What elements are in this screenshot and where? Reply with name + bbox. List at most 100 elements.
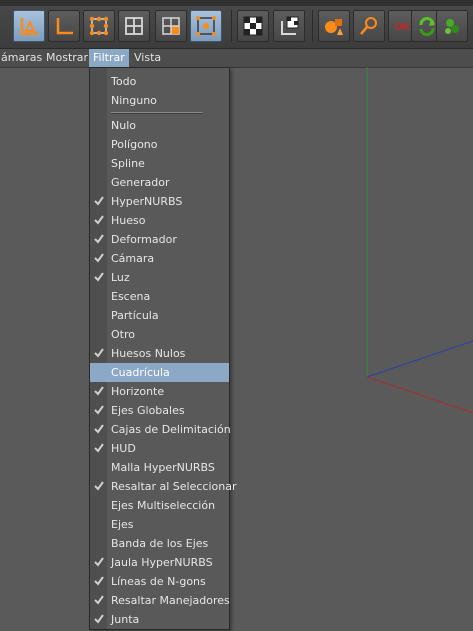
filter-menu-item[interactable]: Cajas de Delimitación [90,420,231,439]
menu-item-label: Escena [111,290,151,303]
filter-dropdown-menu: Todo Ninguno Nulo Polígono Spline Generador… [89,67,237,630]
filter-menu-item[interactable]: Cámara [90,249,229,268]
polygon-mode-icon [20,18,38,36]
filter-menu-item[interactable]: HUD [90,439,229,458]
refresh-green-icon [419,17,435,36]
edges-mode-icon [125,17,143,35]
menu-item-label: Deformador [111,233,177,246]
checkmark-icon [94,215,104,225]
toolbar-separator [312,10,313,42]
checker-texture-button[interactable] [237,10,269,42]
menu-item-label: Cajas de Delimitación [111,423,231,436]
texture-axis-icon [281,16,299,35]
menu-item-label: Generador [111,176,170,189]
checkmark-icon [94,348,104,358]
filter-menu-item[interactable]: Ejes Globales [90,401,229,420]
filter-menu-item[interactable]: Líneas de N-gons [90,572,229,591]
filter-menu-item[interactable]: Spline [90,154,229,173]
menu-item-label: Nulo [111,119,136,132]
filter-menu-item[interactable]: Escena [90,287,229,306]
object-mode-icon [196,16,216,36]
polygons-mode-button[interactable] [155,10,187,42]
points-mode-button[interactable] [83,10,115,42]
checkmark-icon [94,196,104,206]
axis-mode-button[interactable] [48,10,80,42]
menu-item-label: Resaltar al Seleccionar [111,480,237,493]
filter-menu-item[interactable]: Otro [90,325,229,344]
checkmark-icon [94,614,104,624]
3d-viewport[interactable] [0,67,473,631]
menu-item-label: Líneas de N-gons [111,575,206,588]
texture-axis-button[interactable] [273,10,305,42]
magnifier-button[interactable] [353,10,385,42]
menu-item-label: Spline [111,157,145,170]
filter-menu-item[interactable]: Generador [90,173,229,192]
primitive-shapes-button[interactable] [318,10,350,42]
menu-item-label: HyperNURBS [111,195,183,208]
viewport-menubar: ámaras Mostrar Filtrar Vista [0,49,473,68]
menu-item-label: Cámara [111,252,155,265]
checkmark-icon [94,234,104,244]
magnifier-icon [360,17,377,35]
filter-menu-item[interactable]: Resaltar Manejadores [90,591,230,610]
toolbar-top-strip [0,0,473,6]
toolbar-separator [231,10,232,42]
filter-menu-item[interactable]: Resaltar al Seleccionar [90,477,237,496]
x-axis-line [366,376,473,414]
menu-item-label: Hueso [111,214,146,227]
filter-menu-item[interactable]: Ejes [90,515,229,534]
menu-item-label: Luz [111,271,130,284]
filter-menu-item[interactable]: Cuadrícula [90,363,229,382]
menu-item-ninguno[interactable]: Ninguno [90,91,229,110]
checkmark-icon [94,481,104,491]
edges-mode-button[interactable] [118,10,150,42]
menu-item-label: Malla HyperNURBS [111,461,215,474]
main-toolbar: OK [0,0,473,49]
plugin-green-icon [445,19,459,34]
world-axes [366,67,473,414]
menu-item-label: Horizonte [111,385,165,398]
menu-item-label: Partícula [111,309,159,322]
menu-item-label: Resaltar Manejadores [111,594,230,607]
filter-menu-item[interactable]: Deformador [90,230,229,249]
filter-menu-item[interactable]: Nulo [90,116,229,135]
menu-item-todo[interactable]: Todo [90,72,229,91]
checkmark-icon [94,595,104,605]
menu-vista[interactable]: Vista [130,49,165,67]
menu-mostrar[interactable]: Mostrar [42,49,92,67]
filter-menu-item[interactable]: Jaula HyperNURBS [90,553,229,572]
filter-menu-item[interactable]: Horizonte [90,382,229,401]
checkmark-icon [94,557,104,567]
menu-item-label: Polígono [111,138,158,151]
menu-separator [111,112,203,114]
svg-text:OK: OK [395,22,411,33]
object-mode-button[interactable] [190,10,222,42]
checkmark-icon [94,576,104,586]
filter-menu-item[interactable]: Junta [90,610,229,629]
polygons-mode-icon [162,17,180,35]
menu-item-label: Ejes [111,518,134,531]
menu-item-label: HUD [111,442,136,455]
points-mode-icon [89,16,109,36]
filter-menu-item[interactable]: Banda de los Ejes [90,534,229,553]
filter-menu-item[interactable]: Hueso [90,211,229,230]
checkmark-icon [94,253,104,263]
axis-mode-icon [56,18,73,35]
menu-camaras[interactable]: ámaras [0,49,46,67]
menu-item-label: Jaula HyperNURBS [111,556,213,569]
plugin-button[interactable] [436,10,468,42]
z-axis-line [366,340,473,378]
menu-item-label: Todo [111,75,137,88]
checkmark-icon [94,443,104,453]
filter-menu-item[interactable]: Huesos Nulos [90,344,229,363]
filter-menu-item[interactable]: Luz [90,268,229,287]
menu-filtrar[interactable]: Filtrar [89,49,129,67]
checker-texture-icon [243,16,263,36]
filter-menu-item[interactable]: HyperNURBS [90,192,229,211]
filter-menu-item[interactable]: Polígono [90,135,229,154]
filter-menu-item[interactable]: Ejes Multiselección [90,496,229,515]
filter-menu-item[interactable]: Malla HyperNURBS [90,458,229,477]
polygon-mode-button[interactable] [13,10,45,42]
checkmark-icon [94,405,104,415]
filter-menu-item[interactable]: Partícula [90,306,229,325]
